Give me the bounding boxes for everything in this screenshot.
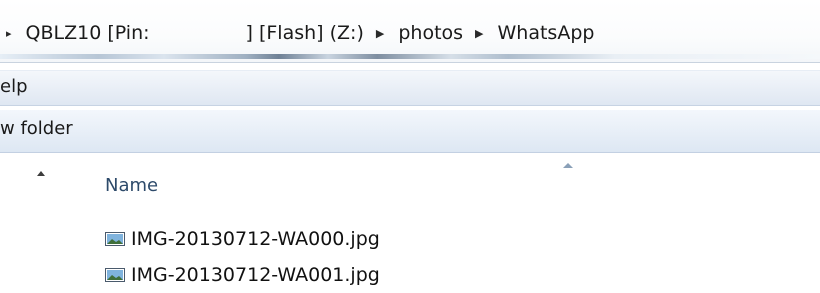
file-name: IMG-20130712-WA001.jpg — [131, 264, 380, 286]
file-row[interactable]: IMG-20130712-WA001.jpg — [105, 261, 380, 289]
file-row[interactable]: IMG-20130712-WA000.jpg — [105, 225, 380, 253]
breadcrumb-separator-icon[interactable]: ▶ — [475, 27, 483, 40]
breadcrumb-drive-prefix[interactable]: QBLZ10 [Pin: — [26, 22, 150, 44]
menu-item-help[interactable]: elp — [0, 76, 28, 97]
image-file-icon — [105, 232, 125, 246]
breadcrumb-leading-arrow[interactable]: ▸ — [6, 27, 12, 40]
address-bar[interactable]: ▸ QBLZ10 [Pin: ] [Flash] (Z:) ▶ photos ▶… — [0, 0, 820, 63]
menu-bar: elp — [0, 70, 820, 106]
address-progress-fill — [0, 54, 820, 59]
file-list-pane: Name IMG-20130712-WA000.jpg IMG-20130712… — [0, 153, 820, 293]
breadcrumb-folder-whatsapp[interactable]: WhatsApp — [498, 22, 595, 44]
breadcrumb-separator-icon[interactable]: ▶ — [376, 27, 384, 40]
command-toolbar: w folder — [0, 110, 820, 153]
sort-ascending-icon — [563, 163, 573, 168]
column-header-name[interactable]: Name — [105, 175, 158, 196]
image-file-icon — [105, 268, 125, 282]
breadcrumb[interactable]: ▸ QBLZ10 [Pin: ] [Flash] (Z:) ▶ photos ▶… — [6, 18, 594, 48]
new-folder-button[interactable]: w folder — [0, 118, 73, 139]
breadcrumb-folder-photos[interactable]: photos — [398, 22, 463, 44]
address-progress-bar — [0, 54, 820, 59]
file-name: IMG-20130712-WA000.jpg — [131, 228, 380, 250]
breadcrumb-drive-suffix[interactable]: ] [Flash] (Z:) — [246, 22, 364, 44]
scroll-up-arrow-icon[interactable] — [37, 171, 45, 176]
